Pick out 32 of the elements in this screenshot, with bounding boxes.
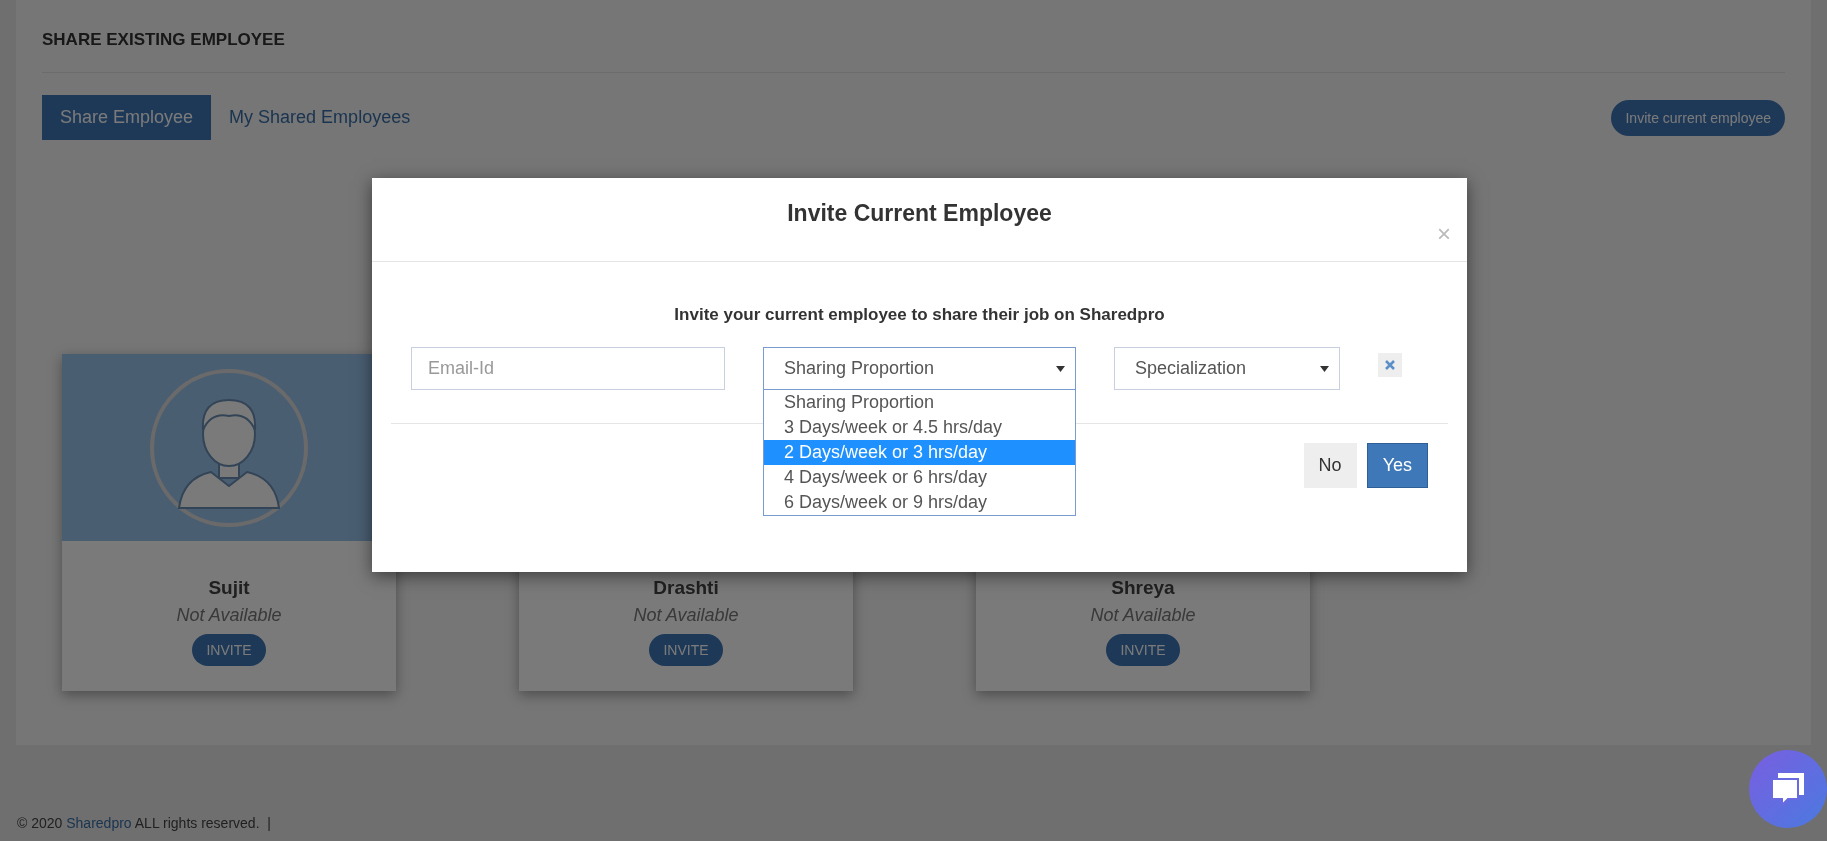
- dropdown-option[interactable]: 6 Days/week or 9 hrs/day: [764, 490, 1075, 515]
- employee-name: Drashti: [653, 577, 719, 599]
- dialog-subtitle: Invite your current employee to share their job on Sharedpro: [673, 305, 1166, 325]
- invite-button[interactable]: INVITE: [192, 634, 266, 666]
- tab[interactable]: My Shared Employees: [211, 95, 429, 140]
- dialog-title: Invite Current Employee: [787, 200, 1052, 228]
- no-button[interactable]: No: [1303, 443, 1357, 488]
- caret-icon: [1056, 365, 1065, 372]
- availability-status: Not Available: [176, 605, 282, 626]
- remove-button[interactable]: [1378, 353, 1402, 377]
- yes-button[interactable]: Yes: [1366, 443, 1428, 488]
- employee-name: Sujit: [208, 577, 250, 599]
- specialization-select[interactable]: Specialization: [1114, 347, 1340, 390]
- page-title: SHARE EXISTING EMPLOYEE: [42, 28, 1785, 73]
- sharedpro-link[interactable]: Sharedpro: [66, 815, 132, 831]
- close-button[interactable]: ×: [1437, 220, 1451, 248]
- invite-current-employee-button[interactable]: Invite current employee: [1611, 99, 1785, 136]
- email-field[interactable]: Email-Id: [411, 347, 725, 390]
- sharing-proportion-select[interactable]: Sharing Proportion: [763, 347, 1076, 390]
- employee-name: Shreya: [1111, 577, 1175, 599]
- dropdown-option[interactable]: Sharing Proportion: [764, 390, 1075, 415]
- copyright-text: © 2020 Sharedpro ALL rights reserved. |: [17, 815, 271, 831]
- close-icon: [1385, 360, 1395, 370]
- invite-button[interactable]: INVITE: [649, 634, 723, 666]
- invite-button[interactable]: INVITE: [1106, 634, 1180, 666]
- caret-icon: [1320, 365, 1329, 372]
- dropdown-option[interactable]: 4 Days/week or 6 hrs/day: [764, 465, 1075, 490]
- tab[interactable]: Share Employee: [42, 95, 212, 140]
- availability-status: Not Available: [1090, 605, 1196, 626]
- dropdown-option[interactable]: 2 Days/week or 3 hrs/day: [764, 440, 1075, 465]
- dropdown-option[interactable]: 3 Days/week or 4.5 hrs/day: [764, 415, 1075, 440]
- availability-status: Not Available: [633, 605, 739, 626]
